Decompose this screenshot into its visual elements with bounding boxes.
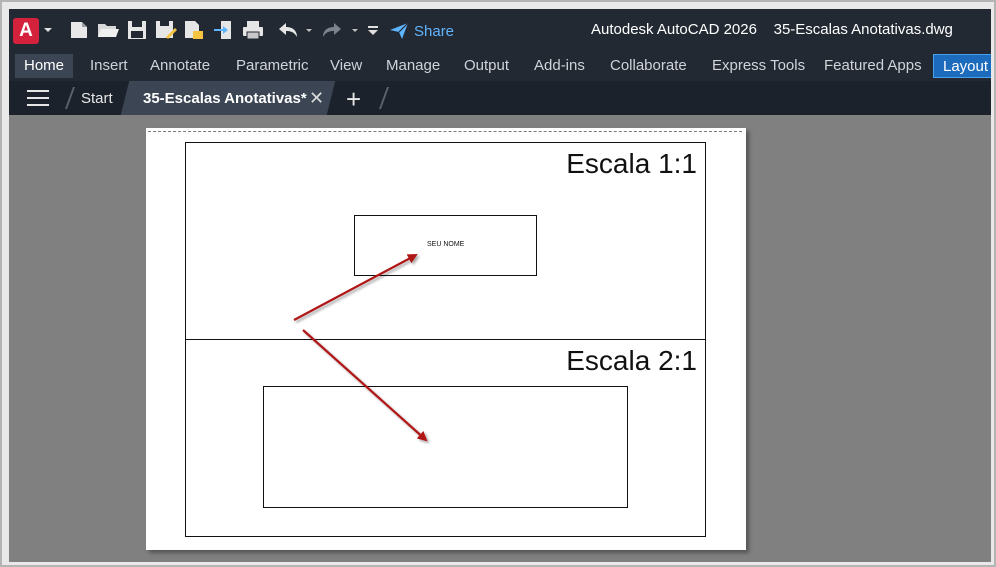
annotation-arrows: [293, 254, 428, 442]
hamburger-menu-icon[interactable]: [27, 89, 49, 107]
screenshot-frame: A Share Autodesk AutoCAD 2026 35-Escalas…: [0, 0, 996, 567]
redo-icon[interactable]: [321, 19, 343, 41]
undo-dropdown-icon[interactable]: [305, 19, 313, 41]
tab-manage[interactable]: Manage: [377, 54, 449, 78]
import-icon[interactable]: [213, 19, 233, 41]
tab-view[interactable]: View: [321, 54, 371, 78]
tab-output[interactable]: Output: [455, 54, 518, 78]
tab-collaborate[interactable]: Collaborate: [601, 54, 696, 78]
tab-separator: [64, 87, 76, 109]
tab-start[interactable]: Start: [81, 90, 113, 107]
tab-express-tools[interactable]: Express Tools: [703, 54, 814, 78]
app-title: Autodesk AutoCAD 2026: [591, 21, 757, 38]
customize-quick-access-icon[interactable]: [367, 19, 379, 41]
save-icon[interactable]: [127, 19, 147, 41]
print-icon[interactable]: [241, 19, 265, 41]
document-tab-label[interactable]: 35-Escalas Anotativas*: [143, 90, 307, 107]
open-folder-icon[interactable]: [97, 19, 119, 41]
close-tab-icon[interactable]: ✕: [309, 88, 324, 109]
publish-icon[interactable]: [183, 19, 205, 41]
autocad-window: A Share Autodesk AutoCAD 2026 35-Escalas…: [9, 9, 991, 562]
tab-separator: [378, 87, 390, 109]
tab-home[interactable]: Home: [15, 54, 74, 78]
layout-paper-sheet[interactable]: Escala 1:1 SEU NOME Escala 2:1: [146, 128, 746, 550]
ribbon-tab-bar: Home Insert Annotate Parametric View Man…: [9, 51, 991, 81]
share-icon: [390, 22, 409, 39]
new-file-icon[interactable]: [69, 19, 89, 41]
tab-insert[interactable]: Insert: [81, 54, 137, 78]
new-tab-plus-icon[interactable]: +: [346, 84, 361, 115]
drawing-workspace[interactable]: Escala 1:1 SEU NOME Escala 2:1: [9, 115, 991, 562]
arrow-to-small-block: [293, 254, 418, 321]
autocad-logo-icon[interactable]: A: [13, 18, 39, 44]
title-bar: A Share Autodesk AutoCAD 2026 35-Escalas…: [9, 9, 991, 51]
window-title: Autodesk AutoCAD 2026 35-Escalas Anotati…: [591, 21, 953, 38]
redo-dropdown-icon[interactable]: [351, 19, 359, 41]
tab-parametric[interactable]: Parametric: [227, 54, 318, 78]
tab-add-ins[interactable]: Add-ins: [525, 54, 594, 78]
file-name: 35-Escalas Anotativas.dwg: [773, 21, 953, 38]
save-as-icon[interactable]: [155, 19, 177, 41]
tab-featured-apps[interactable]: Featured Apps: [815, 54, 931, 78]
arrow-to-large-block: [302, 329, 428, 442]
undo-icon[interactable]: [277, 19, 299, 41]
share-button[interactable]: Share: [389, 20, 454, 42]
file-tab-bar: Start 35-Escalas Anotativas* ✕ +: [9, 81, 991, 115]
tab-annotate[interactable]: Annotate: [141, 54, 219, 78]
app-menu-chevron-icon[interactable]: [43, 19, 53, 41]
tab-layout[interactable]: Layout: [933, 54, 991, 78]
share-label: Share: [414, 22, 455, 40]
